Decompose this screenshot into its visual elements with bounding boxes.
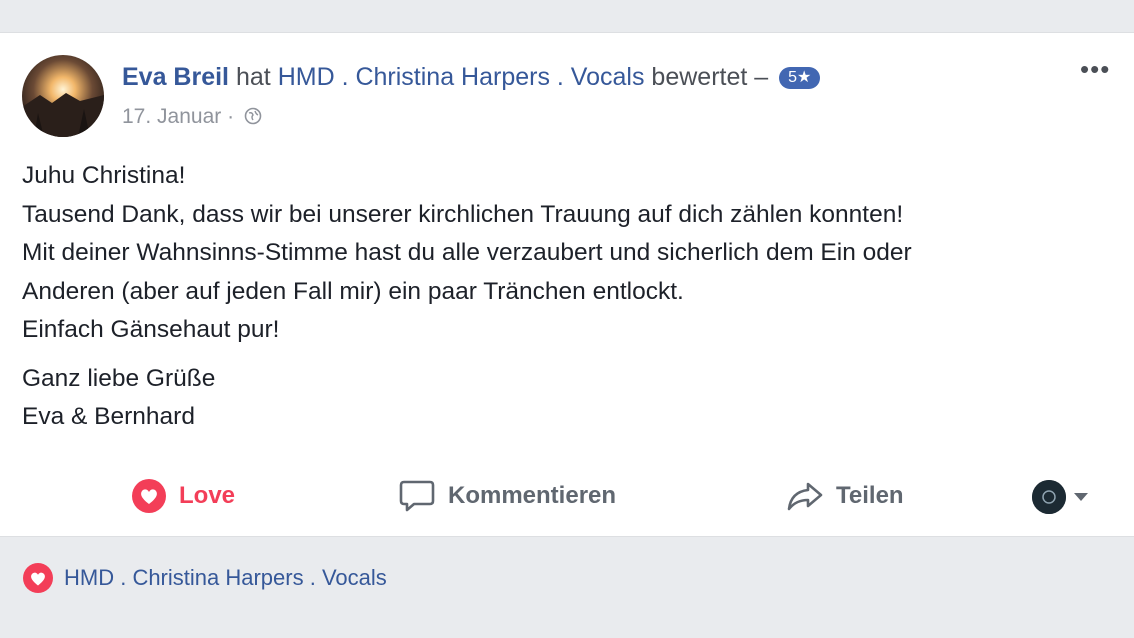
body-paragraph-1: Juhu Christina! Tausend Dank, dass wir b… (22, 157, 1122, 350)
share-label: Teilen (836, 482, 904, 509)
reactor-name-link[interactable]: HMD . Christina Harpers . Vocals (64, 565, 387, 591)
page-avatar (1032, 480, 1066, 514)
page-identity-selector[interactable] (1032, 480, 1088, 514)
author-avatar[interactable] (22, 55, 104, 137)
comment-button[interactable]: Kommentieren (398, 473, 616, 519)
globe-icon[interactable] (244, 105, 262, 125)
comment-label: Kommentieren (448, 482, 617, 509)
heart-reaction-icon (23, 563, 53, 593)
rating-badge: 5★ (779, 67, 821, 89)
post-date-link[interactable]: 17. Januar (122, 105, 221, 128)
verb-text: hat (235, 63, 271, 91)
body-line: Einfach Gänsehaut pur! (22, 316, 280, 343)
share-icon (787, 482, 823, 511)
heart-icon (132, 479, 166, 513)
page-name-link[interactable]: HMD . Christina Harpers . Vocals (278, 63, 645, 91)
post-actions: Love Kommentieren Teilen (0, 473, 1134, 519)
body-line: Ganz liebe Grüße (22, 364, 216, 392)
reaction-summary[interactable]: HMD . Christina Harpers . Vocals (22, 562, 387, 594)
author-name-link[interactable]: Eva Breil (122, 63, 229, 91)
chevron-down-icon (1074, 493, 1088, 501)
feed-background (0, 0, 1134, 32)
post-header: Eva Breil hat HMD . Christina Harpers . … (122, 61, 821, 93)
body-line: Anderen (aber auf jeden Fall mir) ein pa… (22, 277, 684, 305)
body-line: Juhu Christina! (22, 162, 186, 189)
body-line: Eva & Bernhard (22, 403, 195, 430)
body-paragraph-2: Ganz liebe Grüße Eva & Bernhard (22, 360, 1122, 437)
comment-icon (399, 480, 435, 512)
love-button[interactable]: Love (131, 473, 235, 519)
body-line: Tausend Dank, dass wir bei unserer kirch… (22, 200, 904, 228)
action-text: bewertet – (651, 63, 769, 91)
post-card: Eva Breil hat HMD . Christina Harpers . … (0, 32, 1134, 537)
love-label: Love (179, 482, 236, 509)
post-body: Juhu Christina! Tausend Dank, dass wir b… (22, 157, 1122, 447)
post-meta: 17. Januar · (122, 103, 262, 131)
meta-separator: · (227, 105, 235, 128)
share-button[interactable]: Teilen (786, 473, 904, 519)
more-options-button[interactable]: ••• (1080, 56, 1110, 82)
body-line: Mit deiner Wahnsinns-Stimme hast du alle… (22, 239, 912, 266)
